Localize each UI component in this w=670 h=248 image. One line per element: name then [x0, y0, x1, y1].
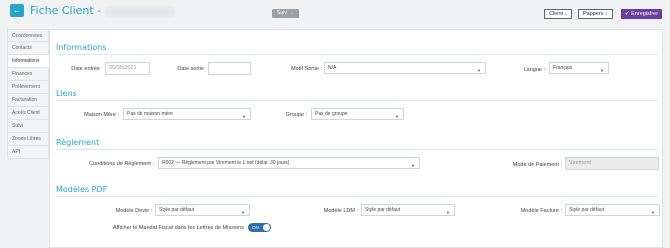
mandat-fiscal-label: Afficher le Mandat Fiscal dans les Lettr…: [112, 225, 244, 231]
modele-facture-select[interactable]: Style par défaut ▼: [565, 204, 660, 216]
sidebar-item-api[interactable]: API: [7, 146, 49, 159]
chevron-down-icon: ▼: [600, 68, 604, 73]
motif-sortie-select[interactable]: N/A ▼: [324, 62, 486, 74]
groupe-select[interactable]: Pas de groupe ▼: [311, 108, 404, 120]
modele-devis-select[interactable]: Style par défaut ▼: [155, 204, 250, 216]
main-panel: Informations Date entrée 05/05/2021 Date…: [49, 29, 663, 248]
chevron-down-icon: ▼: [241, 210, 245, 215]
back-button[interactable]: ←: [10, 4, 24, 17]
download-icon: ↓: [564, 11, 568, 17]
conditions-reglement-select[interactable]: R002 — Règlement par Virement le 1 net (…: [158, 157, 420, 169]
maison-mere-label: Maison Mère :: [84, 112, 119, 118]
pappers-button[interactable]: Pappers ↓: [578, 9, 613, 19]
save-button[interactable]: ✔ Enregistrer: [621, 9, 663, 19]
page-title: Fiche Client -: [30, 4, 176, 17]
sidebar-item-finances[interactable]: Finances: [7, 68, 49, 81]
next-button[interactable]: Suiv. →: [272, 9, 300, 18]
client-button[interactable]: Client ↓: [544, 9, 573, 19]
chevron-down-icon: ▼: [242, 114, 246, 119]
chevron-down-icon: ▼: [477, 68, 481, 73]
maison-mere-select[interactable]: Pas de maison mère ▼: [123, 108, 251, 120]
toggle-knob: [263, 224, 270, 231]
langue-select[interactable]: Français ▼: [549, 62, 609, 74]
date-entree-input[interactable]: 05/05/2021: [105, 62, 150, 75]
chevron-down-icon: ▼: [446, 210, 450, 215]
check-icon: ✔: [625, 11, 630, 17]
groupe-label: Groupe :: [285, 112, 307, 118]
sidebar-item-coordonnees[interactable]: Coordonnées: [7, 29, 49, 42]
top-bar: ← Fiche Client - Suiv. → Client ↓ Papper…: [0, 0, 670, 28]
motif-sortie-label: Motif Sortie :: [291, 66, 322, 72]
divider: [56, 196, 658, 197]
section-heading-reglement: Règlement: [56, 138, 100, 147]
modele-ldm-label: Modèle LDM :: [323, 208, 358, 214]
section-heading-modeles: Modèles PDF: [56, 185, 108, 194]
arrow-right-icon: →: [289, 10, 295, 16]
divider: [56, 149, 658, 150]
sidebar-item-prelevement[interactable]: Prélèvement: [7, 81, 49, 94]
mode-paiement-field: Virement: [565, 157, 659, 170]
sidebar-item-facturation[interactable]: Facturation: [7, 94, 49, 107]
mode-paiement-label: Mode de Paiement :: [512, 162, 562, 168]
divider: [56, 54, 658, 55]
mandat-fiscal-toggle[interactable]: ON: [248, 223, 271, 232]
sidebar-item-zones-libres[interactable]: Zones Libres: [7, 133, 49, 146]
sidebar-item-acces-client[interactable]: Accès Client: [7, 107, 49, 120]
modele-ldm-select[interactable]: Style par défaut ▼: [361, 204, 455, 216]
langue-label: Langue :: [523, 67, 545, 73]
chevron-down-icon: ▼: [395, 114, 399, 119]
redacted-client-name: [105, 6, 176, 16]
arrow-left-icon: ←: [13, 6, 21, 15]
sidebar-item-informations[interactable]: Informations: [7, 55, 49, 68]
sidebar: Coordonnées Contacts Informations Financ…: [7, 29, 49, 159]
chevron-down-icon: ▼: [411, 163, 415, 168]
chevron-down-icon: ▼: [651, 210, 655, 215]
sidebar-item-suivi[interactable]: Suivi: [7, 120, 49, 133]
section-heading-liens: Liens: [56, 89, 77, 98]
conditions-reglement-label: Conditions de Règlement :: [89, 161, 154, 167]
divider: [56, 100, 658, 101]
date-sortie-input[interactable]: [208, 62, 251, 75]
download-icon: ↓: [605, 11, 608, 17]
sidebar-item-contacts[interactable]: Contacts: [7, 42, 49, 55]
modele-devis-label: Modèle Devis :: [115, 208, 152, 214]
date-sortie-label: Date sortie: [177, 66, 204, 72]
date-entree-label: Date entrée: [71, 66, 100, 72]
section-heading-informations: Informations: [56, 43, 107, 52]
modele-facture-label: Modèle Facture :: [520, 208, 562, 214]
